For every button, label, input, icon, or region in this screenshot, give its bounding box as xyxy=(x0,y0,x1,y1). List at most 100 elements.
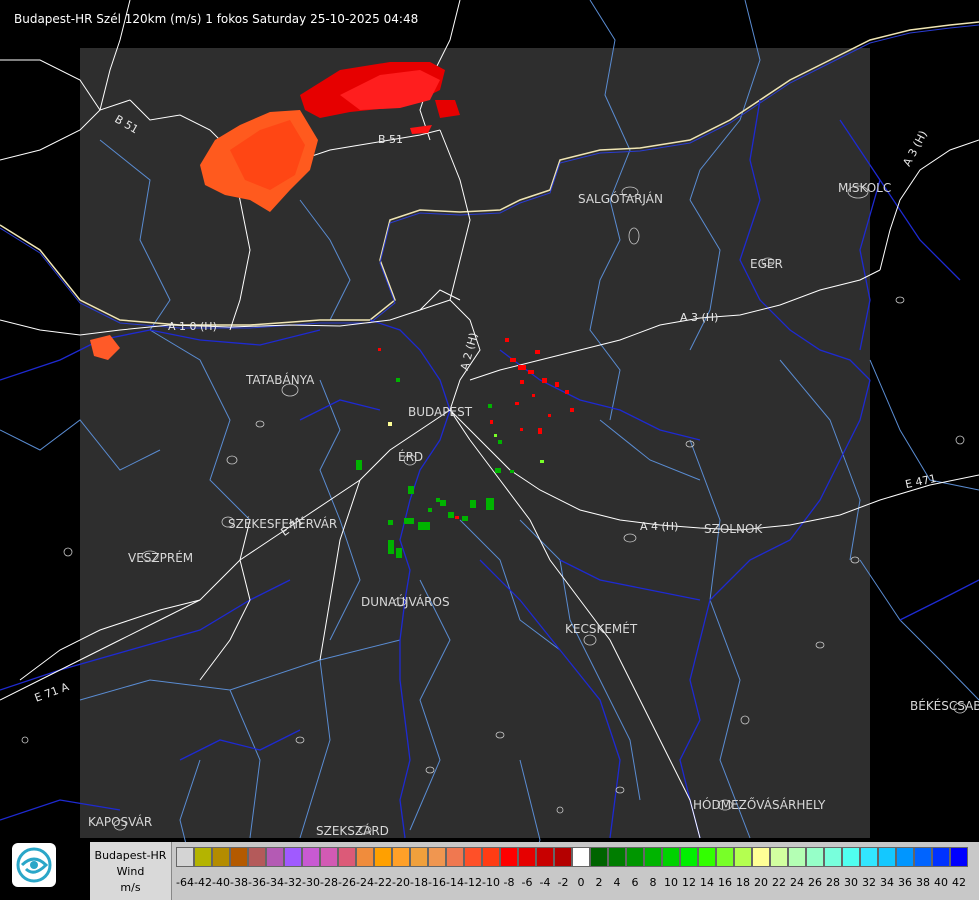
legend-tick-label: 2 xyxy=(595,876,603,889)
legend-tick-label: 34 xyxy=(880,876,894,889)
legend-swatch xyxy=(716,847,734,867)
legend-tick-label: 4 xyxy=(613,876,621,889)
legend-swatch xyxy=(482,847,500,867)
legend-swatch xyxy=(788,847,806,867)
road-label-a4: A 4 (H) xyxy=(640,520,679,533)
road-label-b51-east: B 51 xyxy=(378,133,404,146)
legend-tick-label: -4 xyxy=(539,876,551,889)
legend-tick-label: 0 xyxy=(577,876,585,889)
legend-swatch xyxy=(824,847,842,867)
legend-tick-label: -12 xyxy=(464,876,482,889)
legend-swatch xyxy=(644,847,662,867)
legend-swatch xyxy=(464,847,482,867)
legend-swatch xyxy=(176,847,194,867)
legend-tick-label: 20 xyxy=(754,876,768,889)
legend-swatch xyxy=(698,847,716,867)
legend-tick-label: -22 xyxy=(374,876,392,889)
city-label-bekescsaba: BÉKÉSCSABA xyxy=(910,699,979,713)
city-label-veszprem: VESZPRÉM xyxy=(128,551,194,565)
legend-tick-label: -34 xyxy=(266,876,284,889)
legend-tick-label: 38 xyxy=(916,876,930,889)
legend-swatch xyxy=(302,847,320,867)
legend-tick-label: -64 xyxy=(176,876,194,889)
legend-tick-label: -18 xyxy=(410,876,428,889)
legend-swatch xyxy=(392,847,410,867)
legend-swatch xyxy=(518,847,536,867)
legend-tick-label: -40 xyxy=(212,876,230,889)
omsz-logo-icon xyxy=(12,843,56,887)
road-label-a3-east: A 3 (H) xyxy=(680,311,719,324)
city-label-kecskemet: KECSKEMÉT xyxy=(565,622,638,636)
legend-tick-label: 32 xyxy=(862,876,876,889)
legend-swatch xyxy=(572,847,590,867)
legend-tick-label: 30 xyxy=(844,876,858,889)
city-label-hodmezovasarhely: HÓDMEZŐVÁSÁRHELY xyxy=(693,798,826,812)
legend-swatch xyxy=(194,847,212,867)
legend-swatch xyxy=(626,847,644,867)
legend-tick-label: -30 xyxy=(302,876,320,889)
legend-tick-label: 24 xyxy=(790,876,804,889)
legend-swatch xyxy=(266,847,284,867)
legend-swatch xyxy=(410,847,428,867)
legend-tick-label: 8 xyxy=(649,876,657,889)
legend-tick-label: -28 xyxy=(320,876,338,889)
city-label-eger: EGER xyxy=(750,257,783,271)
legend-swatch xyxy=(860,847,878,867)
legend-swatch xyxy=(536,847,554,867)
city-label-miskolc: MISKOLC xyxy=(838,181,892,195)
legend-swatch xyxy=(842,847,860,867)
legend-tick-label: -42 xyxy=(194,876,212,889)
legend-tick-label: -2 xyxy=(557,876,569,889)
legend-tick-label: -10 xyxy=(482,876,500,889)
legend-swatches xyxy=(176,847,968,869)
legend-swatch xyxy=(752,847,770,867)
city-label-salgotarjan: SALGÓTARJÁN xyxy=(578,192,663,206)
legend-swatch xyxy=(356,847,374,867)
legend-tick-label: -38 xyxy=(230,876,248,889)
legend-tick-label: 18 xyxy=(736,876,750,889)
city-label-tatabanya: TATABÁNYA xyxy=(246,373,315,387)
legend-radar-name: Budapest-HR xyxy=(94,849,167,862)
legend-swatch xyxy=(896,847,914,867)
legend-tick-label: -24 xyxy=(356,876,374,889)
legend-tick-label: -32 xyxy=(284,876,302,889)
legend-tick-label: 40 xyxy=(934,876,948,889)
legend-swatch xyxy=(320,847,338,867)
legend-tick-label: 12 xyxy=(682,876,696,889)
legend-swatch xyxy=(500,847,518,867)
legend-swatch xyxy=(680,847,698,867)
road-label-a10: A 1 0 (H) xyxy=(168,320,217,333)
radar-map xyxy=(0,0,979,900)
legend-swatch xyxy=(806,847,824,867)
legend-swatch xyxy=(428,847,446,867)
legend-tick-label: 42 xyxy=(952,876,966,889)
legend-tick-label: -26 xyxy=(338,876,356,889)
legend-title: Budapest-HR Wind m/s xyxy=(90,842,172,900)
city-label-budapest: BUDAPEST xyxy=(408,405,473,419)
city-label-erd: ÉRD xyxy=(398,450,424,464)
legend-swatch xyxy=(932,847,950,867)
legend-swatch xyxy=(230,847,248,867)
city-label-dunaujvaros: DUNAÚJVÁROS xyxy=(361,595,450,609)
legend-swatch xyxy=(608,847,626,867)
legend-tick-label: 28 xyxy=(826,876,840,889)
legend-tick-label: -6 xyxy=(521,876,533,889)
city-label-szekszard: SZEKSZÁRD xyxy=(316,824,389,838)
legend-quantity: Wind xyxy=(116,865,145,878)
legend-ticks: -64 -42 -40 -38 -36 -34 -32 -30 -28 -26 -24 -22 -20-… xyxy=(176,876,968,892)
legend-swatch xyxy=(338,847,356,867)
legend-swatch xyxy=(212,847,230,867)
legend-swatch xyxy=(284,847,302,867)
legend-swatch xyxy=(734,847,752,867)
legend-tick-label: -14 xyxy=(446,876,464,889)
legend-swatch xyxy=(446,847,464,867)
color-legend: Budapest-HR Wind m/s -64 -42 -40 -38 -36 -34-… xyxy=(90,842,979,900)
legend-tick-label: 36 xyxy=(898,876,912,889)
legend-tick-label: 16 xyxy=(718,876,732,889)
map-title: Budapest-HR Szél 120km (m/s) 1 fokos Sat… xyxy=(14,12,419,26)
legend-swatch xyxy=(914,847,932,867)
legend-swatch xyxy=(374,847,392,867)
legend-swatch xyxy=(878,847,896,867)
legend-swatch xyxy=(590,847,608,867)
legend-tick-label: -20 xyxy=(392,876,410,889)
